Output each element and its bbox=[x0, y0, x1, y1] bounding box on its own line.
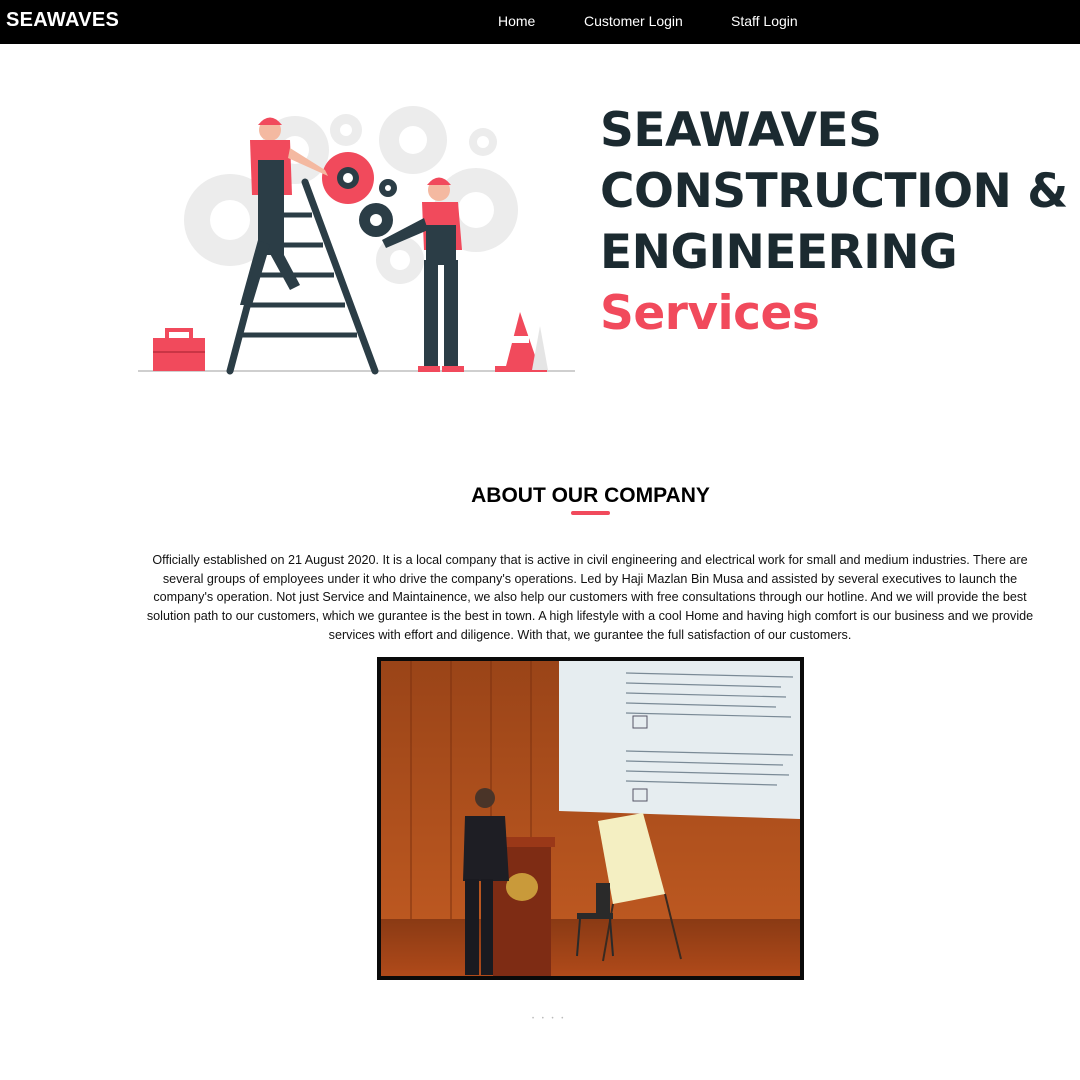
nav-customer-login[interactable]: Customer Login bbox=[584, 13, 683, 29]
hero-title-line-1: SEAWAVES bbox=[600, 103, 882, 158]
company-photo bbox=[377, 657, 804, 980]
about-heading-underline bbox=[571, 511, 610, 515]
hero-title-line-3: ENGINEERING bbox=[600, 225, 958, 280]
carousel-indicator: • • • • bbox=[532, 1016, 567, 1022]
about-description: Officially established on 21 August 2020… bbox=[146, 553, 1034, 642]
brand-logo[interactable]: SEAWAVES bbox=[6, 9, 119, 32]
about-heading: ABOUT OUR COMPANY bbox=[471, 484, 710, 507]
construction-workers-illustration bbox=[130, 90, 580, 380]
nav-staff-login[interactable]: Staff Login bbox=[731, 13, 798, 29]
nav-home[interactable]: Home bbox=[498, 13, 535, 29]
hero-title: SEAWAVES CONSTRUCTION & ENGINEERING Serv… bbox=[600, 100, 1070, 344]
hero-title-line-2: CONSTRUCTION & bbox=[600, 164, 1068, 219]
top-navbar: SEAWAVES Home Customer Login Staff Login bbox=[0, 0, 1080, 44]
hero-title-accent: Services bbox=[600, 286, 820, 341]
